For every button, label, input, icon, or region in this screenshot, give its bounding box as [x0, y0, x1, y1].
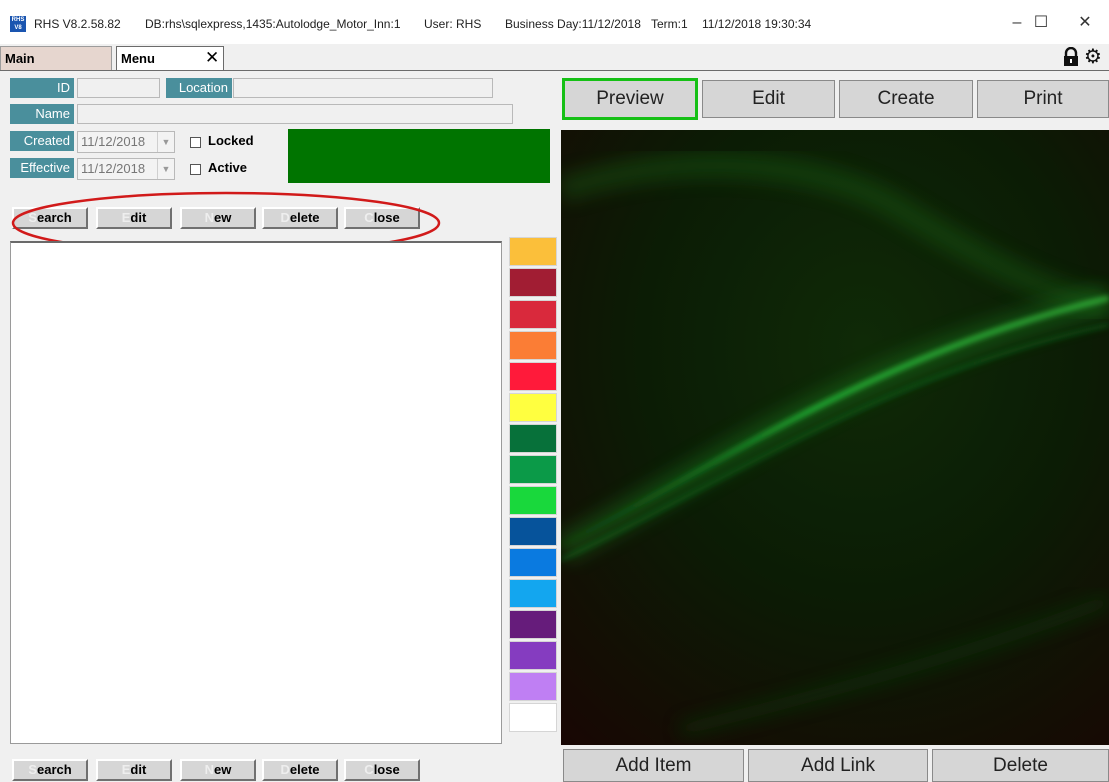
- print-button[interactable]: Print: [977, 80, 1109, 118]
- current-datetime: 11/12/2018 19:30:34: [702, 17, 812, 31]
- location-label: Location: [166, 78, 232, 98]
- title-bar: RHS V8 RHS V8.2.58.82 DB:rhs\sqlexpress,…: [0, 0, 1109, 44]
- id-label: ID: [10, 78, 74, 98]
- add-link-button[interactable]: Add Link: [748, 749, 928, 782]
- active-label: Active: [208, 160, 248, 175]
- edit-menu-button[interactable]: Edit: [702, 80, 835, 118]
- preview-button[interactable]: Preview: [562, 78, 698, 120]
- business-day: Business Day:11/12/2018: [505, 17, 641, 31]
- color-preview: [288, 129, 550, 183]
- effective-date-value: 11/12/2018: [81, 161, 146, 176]
- locked-checkbox[interactable]: [190, 137, 201, 148]
- color-swatch[interactable]: [509, 517, 557, 546]
- color-swatch[interactable]: [509, 237, 557, 266]
- name-field[interactable]: [77, 104, 513, 124]
- color-swatch[interactable]: [509, 424, 557, 453]
- chevron-down-icon[interactable]: ▼: [157, 132, 174, 152]
- app-version: RHS V8.2.58.82: [34, 17, 121, 31]
- menu-list[interactable]: [10, 241, 502, 744]
- gear-icon[interactable]: ⚙: [1084, 46, 1102, 68]
- color-swatch[interactable]: [509, 268, 557, 297]
- effective-label: Effective: [10, 158, 74, 178]
- close-tab-icon[interactable]: ✕: [205, 46, 219, 70]
- app-logo-icon: RHS V8: [10, 16, 26, 32]
- effective-date-picker[interactable]: 11/12/2018 ▼: [77, 158, 175, 180]
- color-swatch[interactable]: [509, 300, 557, 329]
- search-button[interactable]: Search: [12, 759, 88, 781]
- color-swatch[interactable]: [509, 393, 557, 422]
- add-item-button[interactable]: Add Item: [563, 749, 744, 782]
- edit-button[interactable]: Edit: [96, 759, 172, 781]
- created-date-value: 11/12/2018: [81, 134, 146, 149]
- close-window-button[interactable]: ✕: [1063, 8, 1107, 38]
- color-swatch[interactable]: [509, 362, 557, 391]
- id-field[interactable]: [77, 78, 160, 98]
- color-swatch[interactable]: [509, 455, 557, 484]
- locked-label: Locked: [208, 133, 254, 148]
- created-date-picker[interactable]: 11/12/2018 ▼: [77, 131, 175, 153]
- created-label: Created: [10, 131, 74, 151]
- delete-button[interactable]: Delete: [262, 759, 338, 781]
- user-info: User: RHS: [424, 17, 482, 31]
- terminal-info: Term:1: [651, 17, 688, 31]
- color-swatch[interactable]: [509, 703, 557, 732]
- color-swatch[interactable]: [509, 548, 557, 577]
- color-swatch[interactable]: [509, 641, 557, 670]
- menu-preview-canvas[interactable]: [561, 130, 1109, 745]
- tab-main[interactable]: Main: [0, 46, 112, 70]
- location-field[interactable]: [233, 78, 493, 98]
- database-info: DB:rhs\sqlexpress,1435:Autolodge_Motor_I…: [145, 17, 401, 31]
- new-button[interactable]: New: [180, 759, 256, 781]
- close-button[interactable]: Close: [344, 759, 420, 781]
- color-swatch[interactable]: [509, 579, 557, 608]
- create-button[interactable]: Create: [839, 80, 973, 118]
- active-checkbox[interactable]: [190, 164, 201, 175]
- name-label: Name: [10, 104, 74, 124]
- maximize-button[interactable]: ☐: [1019, 8, 1063, 38]
- color-swatch[interactable]: [509, 672, 557, 701]
- chevron-down-icon[interactable]: ▼: [157, 159, 174, 179]
- delete-item-button[interactable]: Delete: [932, 749, 1109, 782]
- lock-icon[interactable]: [1062, 47, 1080, 67]
- color-swatch[interactable]: [509, 486, 557, 515]
- color-swatch[interactable]: [509, 331, 557, 360]
- color-swatch[interactable]: [509, 610, 557, 639]
